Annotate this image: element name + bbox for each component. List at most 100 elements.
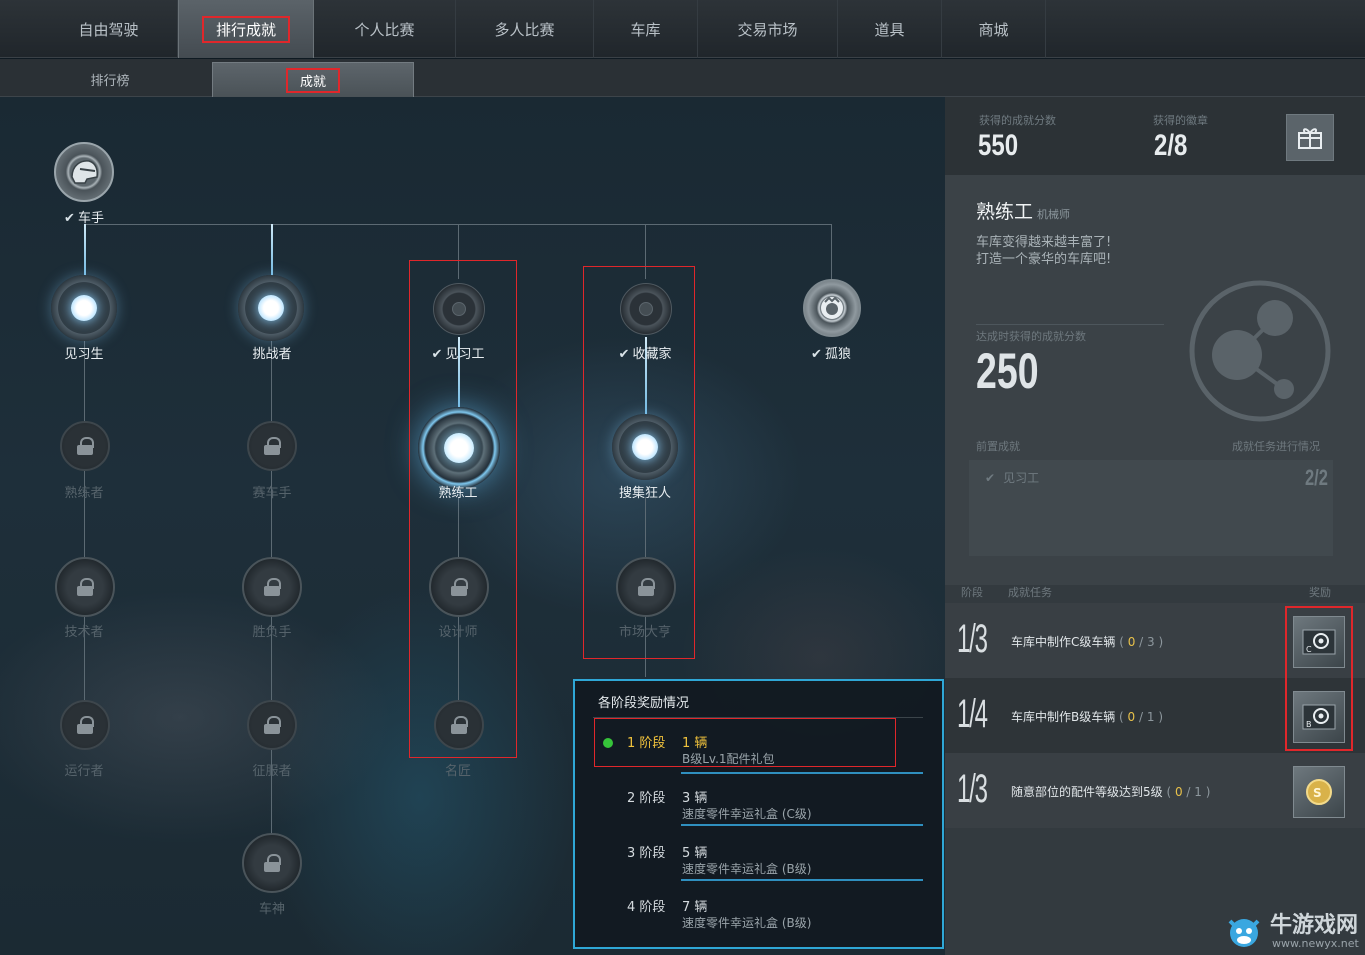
- node-locked[interactable]: [247, 700, 297, 750]
- gift-icon: [1298, 127, 1322, 149]
- wolf-badge-icon: [821, 296, 843, 319]
- reward-row: 3 阶段 5 辆 速度零件幸运礼盒 (B级): [595, 838, 925, 888]
- achievement-subtitle: 机械师: [1037, 208, 1071, 221]
- stage-gift: 速度零件幸运礼盒 (B级): [682, 862, 812, 876]
- score-label: 获得的成就分数: [979, 114, 1056, 127]
- gift-button[interactable]: [1286, 114, 1334, 161]
- check-icon: ✔: [985, 471, 996, 485]
- tab-label: 商城: [978, 20, 1009, 39]
- tab-label: 车库: [630, 20, 661, 39]
- task-text: 车库中制作C级车辆 ( 0 / 3 ): [1011, 635, 1164, 649]
- lock-icon: [77, 716, 94, 734]
- stage-label: 2 阶段: [627, 791, 666, 806]
- node-challenger[interactable]: [238, 275, 304, 341]
- mechanic-emblem-icon: [1189, 280, 1331, 422]
- tab-shop[interactable]: 商城: [942, 0, 1046, 58]
- node-label: 车神: [258, 902, 285, 917]
- tab-garage[interactable]: 车库: [594, 0, 698, 58]
- badge-value: 2/8: [1154, 129, 1188, 162]
- node-locked[interactable]: [242, 833, 302, 893]
- header-reward: 奖励: [1309, 586, 1331, 599]
- tab-label: 排行成就: [201, 15, 290, 43]
- coin-icon: S: [1306, 779, 1332, 805]
- divider: [976, 324, 1164, 325]
- achievement-detail-panel: 获得的成就分数 550 获得的徽章 2/8 熟练工 机械师 车库变得越来越丰富了!…: [945, 97, 1365, 955]
- subtab-label: 排行榜: [90, 74, 130, 89]
- node-label: 赛车手: [252, 486, 292, 501]
- site-watermark: 牛游戏网 www.newyx.net: [1222, 907, 1365, 955]
- prereq-progress: 2/2: [1305, 465, 1328, 490]
- node-label: 胜负手: [252, 625, 292, 640]
- glow-core: [71, 295, 97, 321]
- tab-ranking-achievements[interactable]: 排行成就: [178, 0, 314, 58]
- reward-row: 4 阶段 7 辆 速度零件幸运礼盒 (B级): [595, 892, 925, 942]
- node-lone-wolf[interactable]: [803, 279, 861, 337]
- node-locked[interactable]: [247, 421, 297, 471]
- glow-core: [258, 295, 284, 321]
- stage-count: 7 辆: [682, 900, 708, 915]
- highlight-frame: [594, 718, 896, 767]
- watermark-url: www.newyx.net: [1272, 937, 1359, 950]
- highlight-frame: [409, 260, 517, 758]
- stats-bar: 获得的成就分数 550 获得的徽章 2/8: [945, 97, 1365, 175]
- lock-icon: [264, 578, 281, 596]
- connector: [831, 224, 832, 279]
- tab-market[interactable]: 交易市场: [698, 0, 838, 58]
- tab-label: 交易市场: [737, 20, 798, 39]
- lock-icon: [264, 437, 281, 455]
- stage-count: 3 辆: [682, 791, 708, 806]
- tab-label: 多人比赛: [494, 20, 555, 39]
- subtab-leaderboard[interactable]: 排行榜: [30, 62, 190, 97]
- node-intern[interactable]: [51, 275, 117, 341]
- connector: [84, 224, 86, 279]
- reward-score-value: 250: [976, 343, 1039, 399]
- divider: [681, 879, 923, 881]
- prereq-item: ✔ 见习工: [985, 471, 1040, 485]
- connector: [271, 224, 273, 279]
- check-icon: ✔: [64, 211, 75, 226]
- node-label: 名匠: [444, 764, 471, 779]
- prereq-label: 前置成就: [976, 440, 1020, 453]
- task-stage: 1/3: [957, 617, 988, 661]
- node-locked[interactable]: [242, 557, 302, 617]
- tab-label: 自由驾驶: [78, 20, 139, 39]
- node-label: 熟练者: [64, 486, 104, 501]
- node-locked[interactable]: [60, 421, 110, 471]
- node-label: ✔ 孤狼: [811, 347, 851, 362]
- subtab-label: 成就: [285, 67, 340, 93]
- lock-icon: [264, 854, 281, 872]
- bull-logo-icon: [1228, 919, 1260, 947]
- check-icon: ✔: [811, 347, 822, 362]
- node-label-root: ✔ 车手: [64, 211, 104, 226]
- connector: [84, 337, 85, 727]
- watermark-text: 牛游戏网: [1270, 913, 1359, 938]
- helmet-icon: [71, 160, 98, 184]
- tab-multi-race[interactable]: 多人比赛: [456, 0, 594, 58]
- top-nav: 自由驾驶 排行成就 个人比赛 多人比赛 车库 交易市场 道具 商城: [0, 0, 1365, 58]
- lock-icon: [77, 437, 94, 455]
- subtab-achievements[interactable]: 成就: [212, 62, 414, 97]
- svg-text:S: S: [1313, 786, 1322, 800]
- lock-icon: [264, 716, 281, 734]
- driver-helmet-icon[interactable]: [54, 142, 114, 202]
- tab-solo-race[interactable]: 个人比赛: [314, 0, 456, 58]
- tab-free-drive[interactable]: 自由驾驶: [40, 0, 178, 58]
- tab-items[interactable]: 道具: [838, 0, 942, 58]
- badge-label: 获得的徽章: [1153, 114, 1208, 127]
- tab-label: 道具: [874, 20, 905, 39]
- task-row: 1/3 随意部位的配件等级达到5级 ( 0 / 1 ) S: [945, 753, 1365, 828]
- achievement-detail: 熟练工 机械师 车库变得越来越丰富了! 打造一个豪华的车库吧! 达成时获得的成就分…: [945, 175, 1365, 585]
- node-label: 运行者: [64, 764, 104, 779]
- reward-row: 2 阶段 3 辆 速度零件幸运礼盒 (C级): [595, 772, 925, 833]
- node-locked[interactable]: [60, 700, 110, 750]
- stage-label: 4 阶段: [627, 900, 666, 915]
- node-locked[interactable]: [55, 557, 115, 617]
- stage-label: 3 阶段: [627, 846, 666, 861]
- task-stage: 1/4: [957, 692, 988, 736]
- reward-coin[interactable]: S: [1293, 766, 1345, 818]
- stage-gift: 速度零件幸运礼盒 (C级): [682, 807, 812, 821]
- divider: [681, 824, 923, 826]
- highlight-frame: [583, 266, 695, 659]
- popup-title: 各阶段奖励情况: [598, 696, 690, 711]
- node-label: 挑战者: [252, 347, 292, 362]
